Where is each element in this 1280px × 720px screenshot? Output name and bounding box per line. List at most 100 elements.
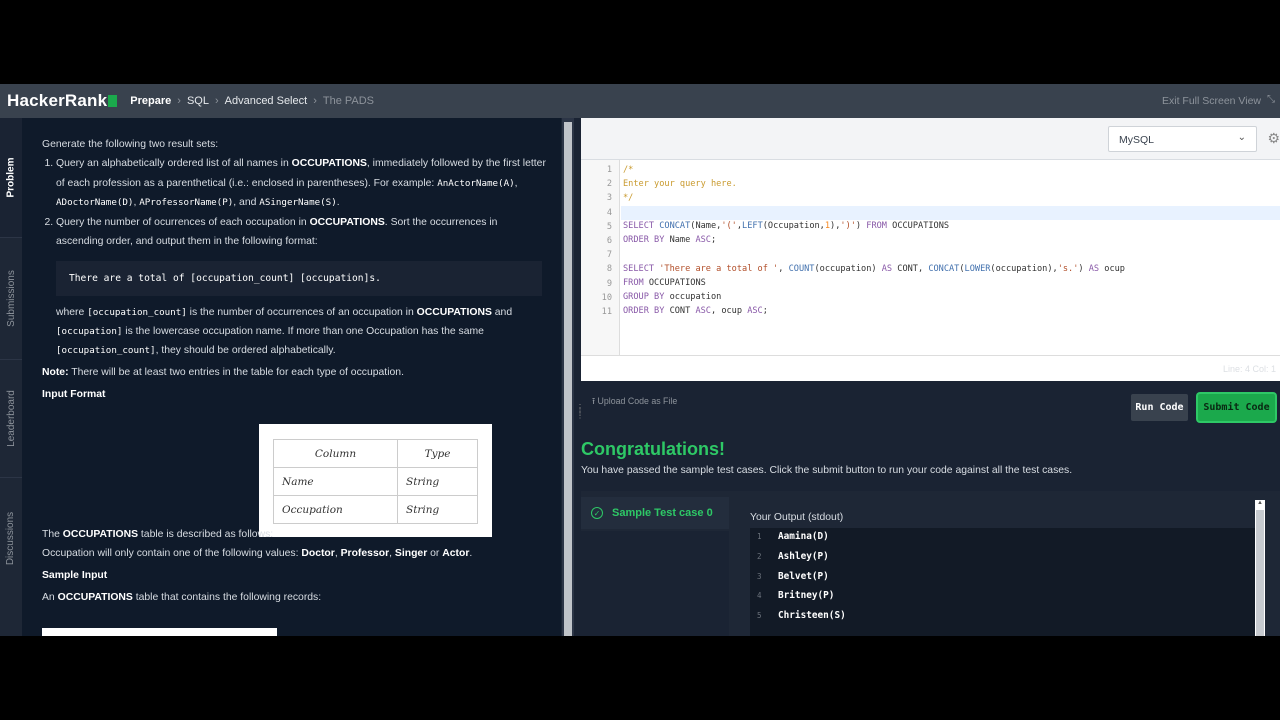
result-subtitle: You have passed the sample test cases. C… <box>581 465 1073 476</box>
exit-fullscreen-link[interactable]: Exit Full Screen View <box>1162 95 1261 107</box>
code-line: /* <box>623 165 634 175</box>
output-line: 5 Christeen(S) <box>750 607 1256 627</box>
chevron-right-icon: › <box>214 95 219 107</box>
tab-submissions[interactable]: Submissions <box>0 238 22 360</box>
code-line: FROM OCCUPATIONS <box>623 278 706 288</box>
text: The <box>42 529 63 540</box>
output-line: 4 Britney(P) <box>750 587 1256 607</box>
table-header-row: Column Type <box>273 439 478 468</box>
test-case-list <box>581 531 729 636</box>
scrollbar-thumb[interactable] <box>1256 510 1264 636</box>
table-name: OCCUPATIONS <box>309 216 385 228</box>
active-line-highlight <box>621 206 1280 220</box>
submit-code-button[interactable]: Submit Code <box>1198 394 1275 421</box>
line-number: 3 <box>606 193 612 204</box>
text: Query an alphabetically ordered list of … <box>56 158 292 169</box>
table-cell: String <box>397 467 478 496</box>
output-line-number: 4 <box>757 591 762 601</box>
resize-handle[interactable]: ⋮ ⋮ ⋮ <box>576 404 584 428</box>
output-line-text: Aamina(D) <box>778 531 829 542</box>
hackerrank-logo[interactable]: HackerRank <box>7 91 118 111</box>
code-line: SELECT 'There are a total of ', COUNT(oc… <box>623 264 1125 274</box>
gear-icon[interactable]: ⚙ <box>1267 130 1280 147</box>
table-name: OCCUPATIONS <box>416 306 492 318</box>
breadcrumb-advanced-select[interactable]: Advanced Select <box>225 95 308 107</box>
format-codeblock: There are a total of [occupation_count] … <box>56 260 542 296</box>
output-line-text: Belvet(P) <box>778 570 829 582</box>
chevron-down-icon: ⌄ <box>1237 132 1246 143</box>
text: or <box>427 548 443 559</box>
output-line-text: Christeen(S) <box>778 610 846 622</box>
problem-panel: Generate the following two result sets: … <box>22 118 561 636</box>
line-number: 1 <box>606 165 612 175</box>
example-code: ADoctorName(D) <box>56 197 134 208</box>
tab-discussions[interactable]: Discussions <box>0 478 22 598</box>
tab-leaderboard-label: Leaderboard <box>5 390 17 447</box>
line-number: 5 <box>606 221 612 232</box>
line-number: 6 <box>606 236 612 246</box>
tab-leaderboard[interactable]: Leaderboard <box>0 360 22 478</box>
table-name: OCCUPATIONS <box>62 529 139 540</box>
text: table is described as follows: <box>138 529 274 540</box>
output-line-text: Britney(P) <box>778 590 835 602</box>
scroll-up-icon[interactable]: ▲ <box>1257 500 1263 506</box>
problem-content: Generate the following two result sets: … <box>42 135 547 400</box>
line-number: 7 <box>606 250 612 261</box>
value-singer: Singer <box>394 548 428 559</box>
language-select[interactable]: MySQL ⌄ <box>1108 126 1257 152</box>
text: table that contains the following record… <box>132 592 322 603</box>
code-line: ORDER BY Name ASC; <box>623 235 717 245</box>
line-number: 8 <box>606 264 612 275</box>
text: where <box>56 306 88 318</box>
upload-code-link[interactable]: ⭱ Upload Code as File <box>592 395 677 410</box>
output-scrollbar[interactable]: ▲ <box>1255 500 1265 636</box>
tab-problem[interactable]: Problem <box>0 118 22 238</box>
sample-table-image <box>42 628 277 636</box>
table-name: OCCUPATIONS <box>57 592 133 603</box>
text: and <box>491 306 513 318</box>
problem-scrollbar[interactable] <box>562 118 574 636</box>
breadcrumb-prepare[interactable]: Prepare <box>130 95 171 107</box>
expand-icon[interactable]: ⤡ <box>1267 94 1277 106</box>
editor-toolbar: MySQL ⌄ ⚙ <box>581 118 1280 160</box>
output-line-number: 3 <box>757 571 762 581</box>
scrollbar-thumb[interactable] <box>564 122 572 636</box>
breadcrumb-sql[interactable]: SQL <box>187 95 209 107</box>
table-cell: String <box>397 495 478 524</box>
note-text: There will be at least two entries in th… <box>68 366 404 378</box>
sample-input-heading: Sample Input <box>42 570 108 581</box>
requirement-1: Query an alphabetically ordered list of … <box>56 154 547 213</box>
chevron-right-icon: › <box>177 95 181 107</box>
line-number: 11 <box>601 307 612 317</box>
value-doctor: Doctor <box>301 548 335 559</box>
test-case-tab[interactable]: ✓ Sample Test case 0 <box>581 497 729 529</box>
output-line: 2 Ashley(P) <box>750 548 1256 568</box>
column-header: Column <box>273 439 398 468</box>
tab-submissions-label: Submissions <box>5 270 17 327</box>
table-cell: Occupation <box>273 495 398 524</box>
code-editor[interactable]: 1 2 3 4 5 6 7 8 9 10 11 /* Enter your query here. … <box>581 160 1280 355</box>
type-header: Type <box>397 439 478 468</box>
requirements-list: Query an alphabetically ordered list of … <box>42 154 547 252</box>
line-number: 4 <box>606 207 612 218</box>
logo-text: HackerRank <box>7 91 108 110</box>
output-line: 3 Belvet(P) <box>750 568 1256 588</box>
inline-code: [occupation_count] <box>56 344 156 356</box>
example-code: AProfessorName(P) <box>139 197 234 208</box>
text: . <box>336 197 340 208</box>
code-line: Enter your query here. <box>623 179 737 189</box>
code-line: ORDER BY CONT ASC, ocup ASC; <box>623 306 768 316</box>
where-paragraph: where [occupation_count] is the number o… <box>56 303 547 360</box>
test-results-panel: ✓ Sample Test case 0 Your Output (stdout… <box>581 491 1280 636</box>
run-code-button[interactable]: Run Code <box>1131 394 1188 421</box>
table-row: Occupation String <box>273 495 478 524</box>
line-number: 2 <box>606 179 612 190</box>
tab-problem-label: Problem <box>5 157 17 198</box>
result-title: Congratulations! <box>581 439 725 459</box>
text: , <box>514 177 518 189</box>
text: , and <box>233 197 260 208</box>
editor-status-bar: Line: 4 Col: 1 <box>581 355 1280 381</box>
output-label: Your Output (stdout) <box>750 512 844 523</box>
table-name: OCCUPATIONS <box>291 158 367 169</box>
test-case-label: Sample Test case 0 <box>612 507 713 519</box>
